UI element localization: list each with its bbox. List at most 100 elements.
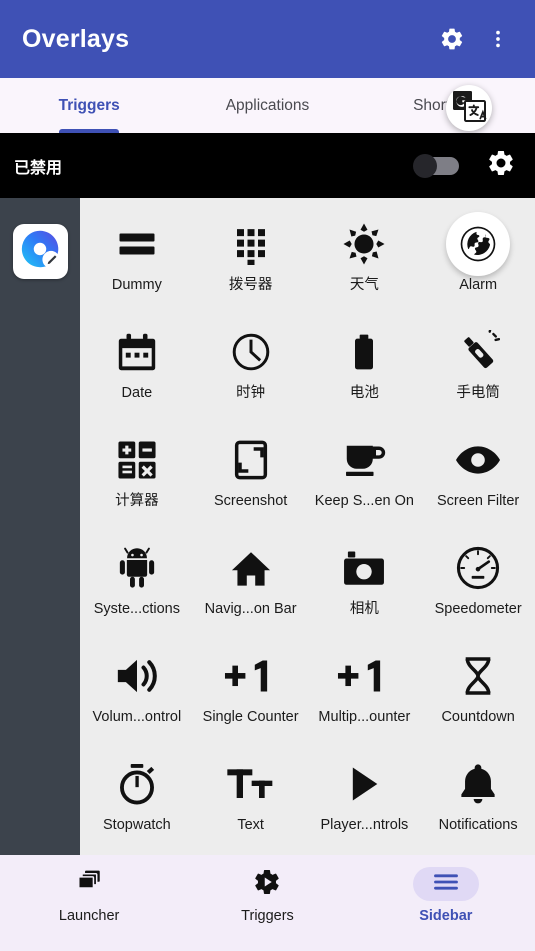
grid-item-weather[interactable]: 天气 [308, 206, 422, 314]
google-translate-bubble[interactable] [446, 85, 492, 131]
nav-item-launcher-label: Launcher [58, 908, 120, 924]
globe-icon [458, 214, 498, 274]
sidebar-item-grid-scroll[interactable]: Dummy 拨号器 天气 Alarm Date 时钟 电池 手电筒 计算器 Sc… [80, 198, 535, 855]
dialpad-icon [230, 214, 272, 274]
weather-sun-icon [342, 214, 386, 274]
grid-item-battery[interactable]: 电池 [308, 314, 422, 422]
grid-item-label: Navig...on Bar [204, 601, 297, 617]
sidebar-item-grid: Dummy 拨号器 天气 Alarm Date 时钟 电池 手电筒 计算器 Sc… [80, 198, 535, 854]
grid-item-screen-filter[interactable]: Screen Filter [421, 422, 535, 530]
overlay-settings-button[interactable] [481, 146, 521, 186]
settings-gear-button[interactable] [429, 16, 475, 62]
grid-item-label: 拨号器 [228, 277, 273, 293]
layers-icon [74, 868, 104, 901]
grid-item-label: 时钟 [236, 385, 266, 401]
tab-applications-label: Applications [225, 96, 310, 114]
bell-icon [457, 754, 499, 814]
nav-pill [412, 867, 479, 901]
grid-item-volume-control[interactable]: Volum...ontrol [80, 638, 194, 746]
grid-item-label: Screenshot [213, 493, 288, 509]
grid-item-label: Text [237, 817, 264, 833]
overflow-menu-button[interactable] [475, 16, 521, 62]
more-vertical-icon [487, 28, 509, 50]
bottom-navigation-bar: Launcher Triggers Sidebar [0, 855, 535, 951]
nav-pill [234, 867, 300, 901]
grid-item-single-counter[interactable]: Single Counter [194, 638, 308, 746]
grid-item-label: Stopwatch [103, 817, 171, 833]
overlay-status-bar: 已禁用 [0, 133, 535, 198]
overlays-app-screen: Overlays Triggers Applications 已禁用 Dummy… [0, 0, 535, 951]
overlays-app-icon [17, 226, 63, 277]
grid-item-label: Date [121, 385, 153, 401]
grid-item-stopwatch[interactable]: Stopwatch [80, 746, 194, 854]
sidebar-app-icon-button[interactable] [12, 224, 68, 279]
grid-item-system-actions[interactable]: Syste...ctions [80, 530, 194, 638]
grid-item-label: Dummy [111, 277, 162, 293]
grid-item-camera[interactable]: 相机 [308, 530, 422, 638]
grid-item-label: Player...ntrols [320, 817, 409, 833]
grid-item-label: Alarm [459, 277, 498, 293]
nav-item-triggers[interactable]: Triggers [178, 867, 356, 924]
android-robot-icon [116, 538, 158, 598]
gear-play-icon [252, 867, 282, 902]
grid-item-label: 计算器 [115, 493, 159, 509]
screenshot-icon [231, 430, 271, 490]
grid-item-navigation-bar[interactable]: Navig...on Bar [194, 530, 308, 638]
calendar-icon [116, 322, 158, 382]
stopwatch-icon [116, 754, 158, 814]
grid-item-flashlight[interactable]: 手电筒 [421, 314, 535, 422]
app-bar: Overlays [0, 0, 535, 78]
coffee-cup-icon [342, 430, 386, 490]
grid-item-clock[interactable]: 时钟 [194, 314, 308, 422]
speedometer-icon [455, 538, 501, 598]
battery-icon [344, 322, 384, 382]
plus-one-icon [223, 646, 279, 706]
grid-item-multiple-counter[interactable]: Multip...ounter [308, 638, 422, 746]
nav-item-triggers-label: Triggers [241, 908, 294, 924]
home-icon [229, 538, 273, 598]
tab-active-indicator [59, 129, 120, 133]
hamburger-icon [433, 873, 459, 896]
sidebar-preview-body: Dummy 拨号器 天气 Alarm Date 时钟 电池 手电筒 计算器 Sc… [0, 198, 535, 855]
grid-item-calculator[interactable]: 计算器 [80, 422, 194, 530]
tab-triggers[interactable]: Triggers [0, 78, 178, 133]
grid-item-date[interactable]: Date [80, 314, 194, 422]
grid-item-label: Volum...ontrol [92, 709, 182, 725]
nav-item-launcher[interactable]: Launcher [0, 867, 178, 924]
grid-item-dialer[interactable]: 拨号器 [194, 206, 308, 314]
dummy-bars-icon [116, 214, 158, 274]
calculator-icon [116, 430, 158, 490]
flashlight-icon [456, 322, 501, 382]
sidebar-strip [0, 198, 80, 855]
plus-one-icon [336, 646, 392, 706]
grid-item-label: Multip...ounter [318, 709, 411, 725]
grid-item-label: 手电筒 [456, 385, 500, 401]
grid-item-label: Countdown [441, 709, 515, 725]
grid-item-screenshot[interactable]: Screenshot [194, 422, 308, 530]
grid-item-dummy[interactable]: Dummy [80, 206, 194, 314]
tab-applications[interactable]: Applications [178, 78, 356, 133]
status-label: 已禁用 [14, 159, 63, 177]
nav-item-sidebar[interactable]: Sidebar [357, 867, 535, 924]
grid-item-label: 相机 [349, 601, 379, 617]
nav-pill [56, 867, 122, 901]
toggle-thumb [413, 153, 437, 178]
volume-up-icon [114, 646, 160, 706]
nav-item-sidebar-label: Sidebar [419, 908, 473, 924]
enable-overlay-toggle[interactable] [413, 153, 459, 178]
hourglass-icon [458, 646, 498, 706]
grid-item-player-controls[interactable]: Player...ntrols [308, 746, 422, 854]
google-translate-icon [451, 88, 487, 129]
grid-item-keep-screen-on[interactable]: Keep S...en On [308, 422, 422, 530]
grid-item-label: Screen Filter [437, 493, 520, 509]
page-title: Overlays [22, 24, 130, 53]
tab-triggers-label: Triggers [58, 96, 120, 114]
play-triangle-icon [343, 754, 385, 814]
grid-item-notifications[interactable]: Notifications [421, 746, 535, 854]
grid-item-speedometer[interactable]: Speedometer [421, 530, 535, 638]
grid-item-text[interactable]: Text [194, 746, 308, 854]
camera-icon [343, 538, 385, 598]
grid-item-label: Notifications [438, 817, 518, 833]
grid-item-countdown[interactable]: Countdown [421, 638, 535, 746]
grid-item-alarm[interactable]: Alarm [421, 206, 535, 314]
